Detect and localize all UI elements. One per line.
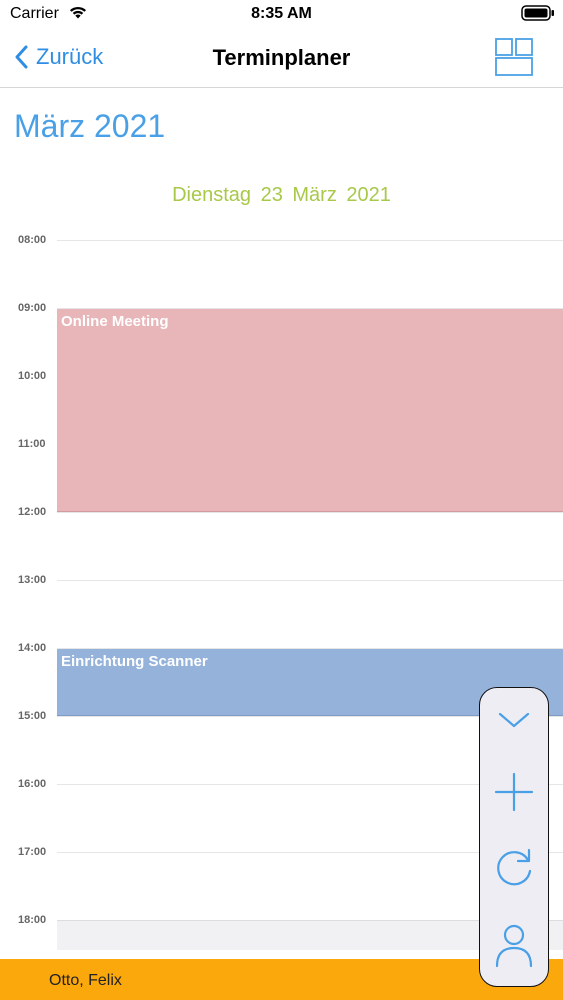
- person-icon[interactable]: [490, 920, 538, 968]
- hour-label: 15:00: [18, 710, 47, 722]
- battery-icon: [521, 5, 554, 21]
- day-title: Dienstag 23 März 2021: [172, 184, 391, 206]
- month-title: März 2021: [14, 108, 166, 144]
- chevron-down-icon[interactable]: [490, 694, 538, 742]
- hour-label: 17:00: [18, 846, 47, 858]
- status-bar: Carrier 8:35 AM: [0, 0, 563, 30]
- hour-label: 08:00: [18, 234, 47, 246]
- action-panel: [479, 687, 549, 987]
- page-title: Terminplaner: [212, 45, 351, 70]
- hour-label: 14:00: [18, 642, 47, 654]
- event-title: Einrichtung Scanner: [61, 653, 208, 670]
- hour-label: 18:00: [18, 914, 47, 926]
- refresh-icon[interactable]: [490, 844, 538, 892]
- hour-label: 13:00: [18, 574, 47, 586]
- hour-label: 12:00: [18, 506, 47, 518]
- clock: 8:35 AM: [251, 5, 312, 22]
- hour-label: 16:00: [18, 778, 47, 790]
- hour-label: 11:00: [18, 438, 46, 450]
- plus-icon[interactable]: [490, 768, 538, 816]
- hour-label: 09:00: [18, 302, 47, 314]
- grid-layout-icon[interactable]: [495, 38, 533, 76]
- navigation-bar: Zurück Terminplaner: [0, 30, 563, 88]
- hour-line: [57, 580, 563, 581]
- event-online-meeting[interactable]: Online Meeting: [57, 309, 563, 512]
- event-title: Online Meeting: [61, 313, 169, 330]
- hour-label: 10:00: [18, 370, 47, 382]
- hour-line: [57, 512, 563, 513]
- hour-line: [57, 240, 563, 241]
- user-name: Otto, Felix: [49, 972, 122, 989]
